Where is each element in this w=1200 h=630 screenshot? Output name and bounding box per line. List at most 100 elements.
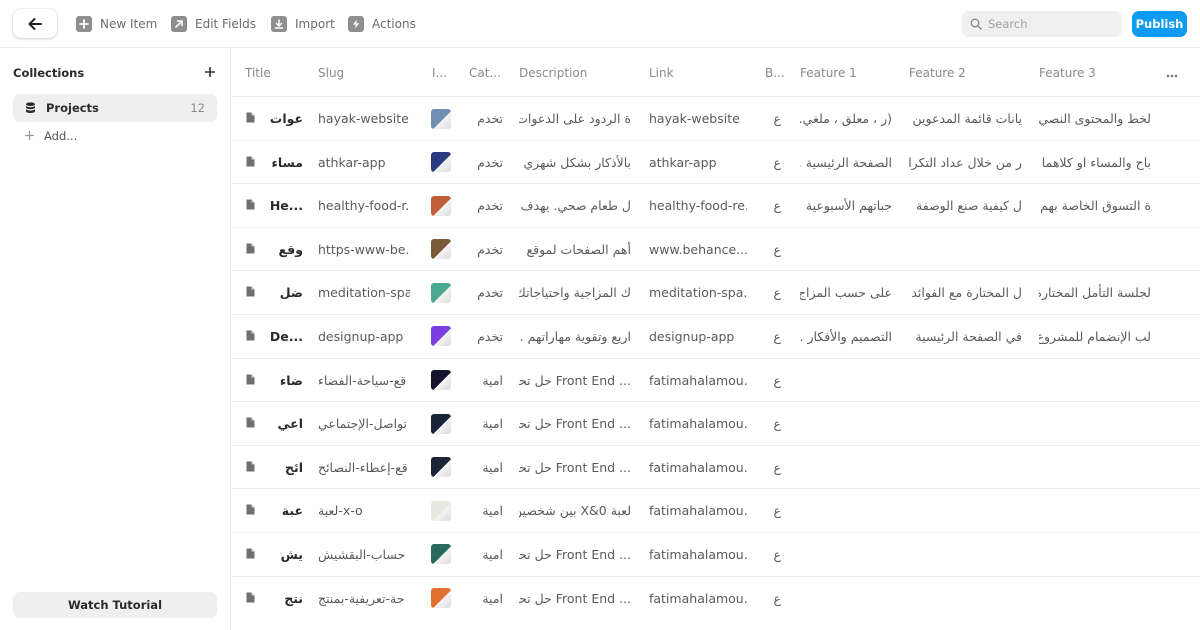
cell-category: تخدم (469, 97, 503, 140)
cell-slug: designup-app (318, 315, 410, 358)
column-header-b[interactable]: B... (765, 66, 787, 80)
column-header-category[interactable]: Cat... (469, 66, 505, 80)
thumbnail-image (431, 544, 451, 565)
column-header-slug[interactable]: Slug (318, 66, 408, 80)
collection-label: Projects (46, 101, 99, 115)
collection-item-projects[interactable]: Projects 12 (13, 94, 217, 122)
table-row[interactable]: نتج حة-تعريفية-بمنتج امية حل تحدي Front … (232, 575, 1200, 620)
b-text: ع (773, 546, 781, 562)
table-row[interactable]: ضل meditation-spa... تخدم ... ك المزاجية… (232, 270, 1200, 314)
cell-image (431, 489, 453, 532)
category-text: تخدم (477, 198, 503, 214)
cell-category: تخدم (469, 141, 503, 184)
table-row[interactable]: ائح قع-إعطاء-النصائح امية حل تحدي Front … (232, 444, 1200, 489)
feature-1-text: ... التصميم والأفكار (800, 328, 892, 344)
cell-category: تخدم (469, 184, 503, 227)
cell-feature-2: ل المختارة مع الفوائد (909, 271, 1022, 314)
link-text: fatimahalamou... (649, 372, 747, 388)
table-header: Title Slug I... Cat... Description Link … (232, 49, 1200, 96)
cell-feature-3 (1039, 577, 1151, 620)
thumbnail-image (431, 500, 451, 521)
cell-slug: قع-سياحة-الفضاء (318, 359, 410, 402)
more-options-icon[interactable] (1166, 66, 1178, 82)
column-header-title[interactable]: Title (245, 66, 305, 80)
column-header-description[interactable]: Description (519, 66, 629, 80)
search-input[interactable] (988, 17, 1108, 31)
table-row[interactable]: وقع https-www-be... تخدم أهم الصفحات لمو… (232, 226, 1200, 271)
table-row[interactable]: ضاء قع-سياحة-الفضاء امية حل تحدي Front E… (232, 357, 1200, 402)
thumbnail-image (431, 152, 451, 173)
title-text: ضل (279, 285, 303, 301)
column-header-feature-3[interactable]: Feature 3 (1039, 66, 1129, 80)
cell-feature-3: لب الإنضمام للمشروع (1039, 315, 1151, 358)
add-collection-button[interactable] (204, 65, 216, 79)
cell-link: designup-app (649, 315, 747, 358)
document-icon (246, 243, 255, 254)
document-icon (246, 330, 255, 341)
cell-description: ... اريع وتقوية مهاراتهم (519, 315, 631, 358)
description-text: حل تحدي Front End ... (519, 546, 631, 562)
description-text: حل تحدي Front End ... (519, 372, 631, 388)
link-text: fatimahalamou... (649, 459, 747, 475)
back-button[interactable] (13, 9, 57, 38)
description-text: ... اريع وتقوية مهاراتهم (519, 328, 631, 344)
table-row[interactable]: اعي تواصل-الإجتماعي امية حل تحدي Front E… (232, 401, 1200, 445)
column-header-link[interactable]: Link (649, 66, 739, 80)
cell-title: يش (268, 533, 303, 576)
cell-slug: حة-تعريفية-بمنتج (318, 577, 410, 620)
cell-link: hayak-website (649, 97, 747, 140)
title-text: De... (269, 328, 303, 344)
cell-description: أهم الصفحات لموقع (519, 228, 631, 271)
watch-tutorial-button[interactable]: Watch Tutorial (13, 592, 217, 618)
thumbnail-image (431, 457, 451, 478)
publish-button[interactable]: Publish (1132, 11, 1187, 37)
document-icon (246, 548, 255, 559)
cell-image (431, 97, 453, 140)
slug-text: حة-تعريفية-بمنتج (318, 590, 405, 606)
cell-b: ع (765, 97, 781, 140)
description-text: ة الردود على الدعوات (519, 111, 631, 126)
title-text: ائح (285, 459, 303, 475)
table-row[interactable]: عبة لعبة-x-o امية بين شخصين X&0 لعبة fat… (232, 488, 1200, 532)
actions-label: Actions (372, 17, 416, 31)
cell-image (431, 271, 453, 314)
title-text: اعي (277, 416, 303, 432)
b-text: ع (773, 590, 781, 606)
table-row[interactable]: مساء athkar-app تخدم ... بالأذكار بشكل ش… (232, 139, 1200, 184)
column-header-feature-1[interactable]: Feature 1 (800, 66, 890, 80)
cell-link: www.behance.... (649, 228, 747, 271)
cell-description: حل تحدي Front End ... (519, 533, 631, 576)
cell-slug: https-www-be... (318, 228, 410, 271)
collection-count: 12 (190, 101, 205, 115)
cell-image (431, 533, 453, 576)
cell-description: حل تحدي Front End ... (519, 446, 631, 489)
document-icon (246, 417, 255, 428)
document-icon (246, 112, 255, 123)
actions-button[interactable]: Actions (348, 14, 416, 34)
search-box[interactable] (962, 11, 1122, 37)
table-row[interactable]: De... designup-app تخدم ... اريع وتقوية … (232, 313, 1200, 358)
b-text: ع (773, 241, 781, 257)
description-text: بين شخصين X&0 لعبة (519, 503, 631, 519)
arrow-left-icon (28, 17, 42, 30)
plus-icon (76, 16, 92, 32)
cell-slug: hayak-website (318, 97, 410, 140)
category-text: تخدم (477, 241, 503, 257)
import-button[interactable]: Import (271, 14, 335, 34)
link-text: www.behance.... (649, 241, 747, 257)
table-row[interactable]: عوات hayak-website تخدم ة الردود على الد… (232, 96, 1200, 140)
cell-feature-2 (909, 446, 1022, 489)
add-collection-link[interactable]: Add... (24, 129, 77, 143)
document-icon (246, 199, 255, 210)
feature-2-text: ل كيفية صنع الوصفة (916, 198, 1022, 214)
table-row[interactable]: He... healthy-food-r... تخدم ل طعام صحي.… (232, 183, 1200, 227)
table-row[interactable]: يش حساب-البقشيش امية حل تحدي Front End .… (232, 531, 1200, 576)
description-text: حل تحدي Front End ... (519, 459, 631, 475)
column-header-feature-2[interactable]: Feature 2 (909, 66, 999, 80)
cell-feature-2: ر من خلال عداد التكرار (909, 141, 1022, 184)
cell-link: fatimahalamou... (649, 577, 747, 620)
edit-fields-button[interactable]: Edit Fields (171, 14, 256, 34)
cell-category: تخدم (469, 315, 503, 358)
new-item-button[interactable]: New Item (76, 14, 157, 34)
column-header-image[interactable]: I... (432, 66, 446, 80)
